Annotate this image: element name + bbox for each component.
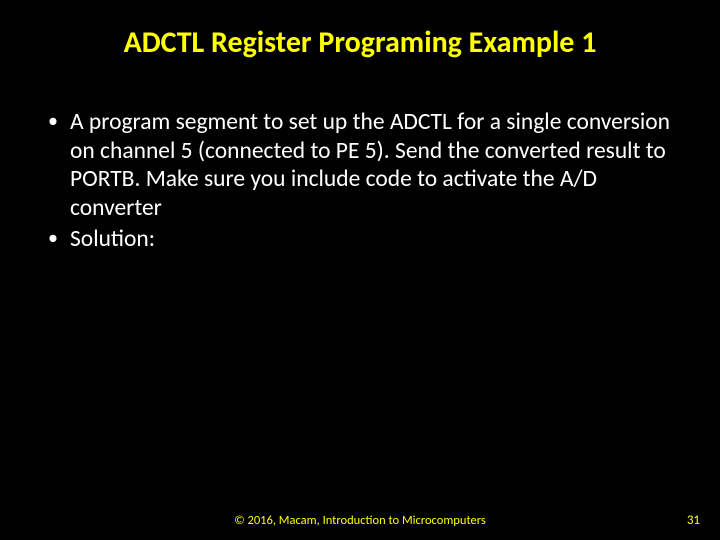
bullet-text: Solution:: [70, 225, 155, 253]
bullet-text: A program segment to set up the ADCTL fo…: [70, 108, 670, 222]
slide-title: ADCTL Register Programing Example 1: [0, 24, 720, 61]
page-number: 31: [687, 513, 700, 528]
slide: ADCTL Register Programing Example 1 A pr…: [0, 0, 720, 540]
list-item: A program segment to set up the ADCTL fo…: [42, 108, 672, 223]
bullet-list: A program segment to set up the ADCTL fo…: [42, 108, 672, 253]
list-item: Solution:: [42, 225, 672, 254]
slide-body: A program segment to set up the ADCTL fo…: [42, 108, 672, 255]
footer-copyright: © 2016, Macam, Introduction to Microcomp…: [0, 513, 720, 528]
